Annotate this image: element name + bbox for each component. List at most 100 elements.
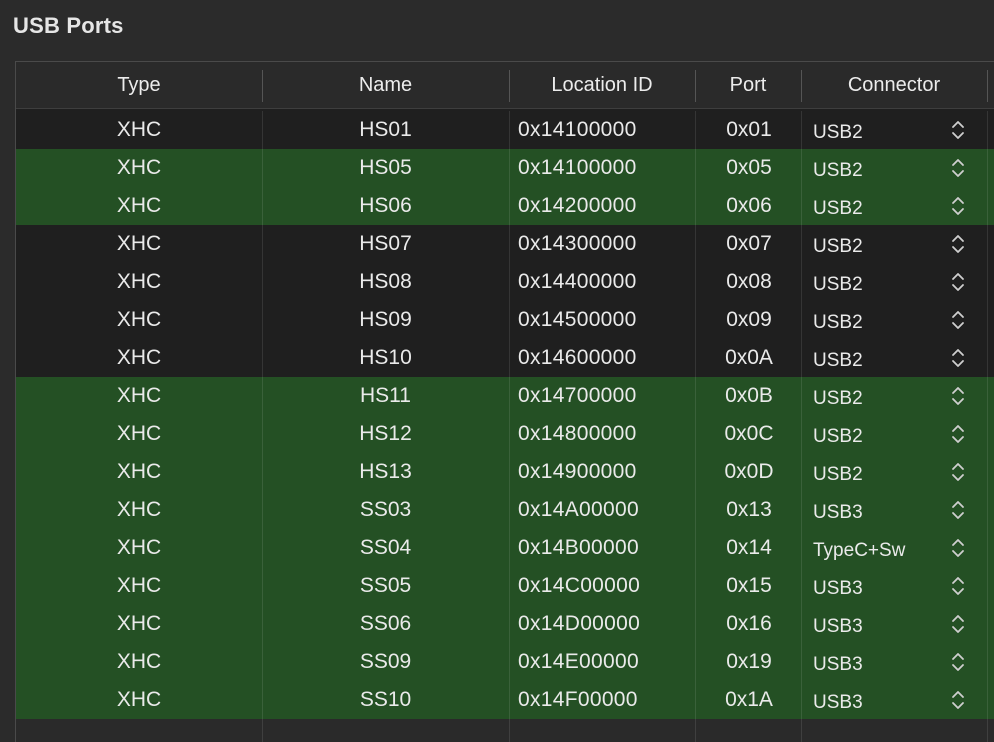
table-empty-area <box>16 719 994 742</box>
table-row[interactable]: XHC SS09 0x14E00000 0x19 USB3 <box>16 643 994 681</box>
cell-name: HS12 <box>359 422 412 445</box>
cell-port: 0x08 <box>726 270 772 293</box>
cell-name: SS06 <box>359 612 412 635</box>
cell-location-id: 0x14600000 <box>518 346 637 369</box>
up-down-chevron-icon[interactable] <box>950 689 966 711</box>
cell-type: XHC <box>116 688 162 711</box>
cell-name: SS10 <box>359 688 412 711</box>
cell-location-id: 0x14B00000 <box>518 536 639 559</box>
table-body: XHC HS01 0x14100000 0x01 USB2 XHC HS05 0x141000… <box>16 111 994 719</box>
table-row[interactable]: XHC SS03 0x14A00000 0x13 USB3 <box>16 491 994 529</box>
table-row[interactable]: XHC HS10 0x14600000 0x0A USB2 <box>16 339 994 377</box>
cell-port: 0x16 <box>726 612 772 635</box>
cell-type: XHC <box>116 270 162 293</box>
column-header-name[interactable]: Name <box>262 62 509 108</box>
table-row[interactable]: XHC HS07 0x14300000 0x07 USB2 <box>16 225 994 263</box>
column-header-port[interactable]: Port <box>695 62 801 108</box>
table-row[interactable]: XHC HS05 0x14100000 0x05 USB2 <box>16 149 994 187</box>
connector-select[interactable]: USB2 <box>813 266 953 304</box>
cell-port: 0x09 <box>726 308 772 331</box>
up-down-chevron-icon[interactable] <box>950 651 966 673</box>
table-row[interactable]: XHC HS13 0x14900000 0x0D USB2 <box>16 453 994 491</box>
connector-select[interactable]: USB2 <box>813 342 953 380</box>
connector-select[interactable]: USB3 <box>813 570 953 608</box>
cell-name: HS10 <box>359 346 412 369</box>
connector-select[interactable]: USB2 <box>813 114 953 152</box>
table-row[interactable]: XHC SS06 0x14D00000 0x16 USB3 <box>16 605 994 643</box>
column-gridline <box>695 111 696 742</box>
column-gridline <box>509 111 510 742</box>
table-row[interactable]: XHC HS12 0x14800000 0x0C USB2 <box>16 415 994 453</box>
cell-location-id: 0x14400000 <box>518 270 637 293</box>
cell-port: 0x13 <box>726 498 772 521</box>
connector-select[interactable]: USB2 <box>813 456 953 494</box>
column-gridline <box>801 111 802 742</box>
cell-port: 0x0B <box>725 384 773 407</box>
cell-port: 0x1A <box>725 688 773 711</box>
table-row[interactable]: XHC SS05 0x14C00000 0x15 USB3 <box>16 567 994 605</box>
cell-location-id: 0x14A00000 <box>518 498 639 521</box>
cell-location-id: 0x14100000 <box>518 156 637 179</box>
table-row[interactable]: XHC HS08 0x14400000 0x08 USB2 <box>16 263 994 301</box>
connector-select[interactable]: TypeC+Sw <box>813 532 953 570</box>
connector-select[interactable]: USB3 <box>813 646 953 684</box>
connector-select[interactable]: USB3 <box>813 608 953 646</box>
table-row[interactable]: XHC SS04 0x14B00000 0x14 TypeC+Sw <box>16 529 994 567</box>
cell-type: XHC <box>116 574 162 597</box>
table-row[interactable]: XHC HS11 0x14700000 0x0B USB2 <box>16 377 994 415</box>
cell-location-id: 0x14C00000 <box>518 574 641 597</box>
cell-location-id: 0x14F00000 <box>518 688 638 711</box>
connector-select[interactable]: USB2 <box>813 418 953 456</box>
up-down-chevron-icon[interactable] <box>950 613 966 635</box>
connector-select[interactable]: USB2 <box>813 380 953 418</box>
cell-port: 0x07 <box>726 232 772 255</box>
cell-port: 0x15 <box>726 574 772 597</box>
up-down-chevron-icon[interactable] <box>950 309 966 331</box>
cell-location-id: 0x14D00000 <box>518 612 641 635</box>
cell-type: XHC <box>116 156 162 179</box>
table-header: Type Name Location ID Port Connector <box>16 62 994 109</box>
connector-select[interactable]: USB3 <box>813 494 953 532</box>
cell-type: XHC <box>116 460 162 483</box>
up-down-chevron-icon[interactable] <box>950 157 966 179</box>
up-down-chevron-icon[interactable] <box>950 499 966 521</box>
table-row[interactable]: XHC SS10 0x14F00000 0x1A USB3 <box>16 681 994 719</box>
connector-select[interactable]: USB2 <box>813 304 953 342</box>
cell-location-id: 0x14E00000 <box>518 650 639 673</box>
cell-location-id: 0x14300000 <box>518 232 637 255</box>
up-down-chevron-icon[interactable] <box>950 575 966 597</box>
connector-select[interactable]: USB2 <box>813 228 953 266</box>
up-down-chevron-icon[interactable] <box>950 385 966 407</box>
cell-name: HS01 <box>359 118 412 141</box>
up-down-chevron-icon[interactable] <box>950 347 966 369</box>
column-gridline <box>987 111 988 742</box>
connector-select[interactable]: USB2 <box>813 152 953 190</box>
cell-port: 0x19 <box>726 650 772 673</box>
cell-port: 0x0A <box>725 346 773 369</box>
table-row[interactable]: XHC HS01 0x14100000 0x01 USB2 <box>16 111 994 149</box>
cell-name: HS13 <box>359 460 412 483</box>
table-row[interactable]: XHC HS06 0x14200000 0x06 USB2 <box>16 187 994 225</box>
cell-type: XHC <box>116 308 162 331</box>
up-down-chevron-icon[interactable] <box>950 271 966 293</box>
column-header-location-id[interactable]: Location ID <box>509 62 695 108</box>
table-row[interactable]: XHC HS09 0x14500000 0x09 USB2 <box>16 301 994 339</box>
connector-select[interactable]: USB2 <box>813 190 953 228</box>
connector-select[interactable]: USB3 <box>813 684 953 722</box>
up-down-chevron-icon[interactable] <box>950 461 966 483</box>
column-divider[interactable] <box>987 70 988 102</box>
up-down-chevron-icon[interactable] <box>950 195 966 217</box>
cell-location-id: 0x14100000 <box>518 118 637 141</box>
usb-ports-table[interactable]: Type Name Location ID Port Connector XHC… <box>15 61 994 742</box>
up-down-chevron-icon[interactable] <box>950 119 966 141</box>
cell-location-id: 0x14900000 <box>518 460 637 483</box>
column-header-connector[interactable]: Connector <box>801 62 987 108</box>
up-down-chevron-icon[interactable] <box>950 423 966 445</box>
cell-type: XHC <box>116 194 162 217</box>
cell-name: HS07 <box>359 232 412 255</box>
cell-name: HS06 <box>359 194 412 217</box>
up-down-chevron-icon[interactable] <box>950 233 966 255</box>
column-header-type[interactable]: Type <box>16 62 262 108</box>
up-down-chevron-icon[interactable] <box>950 537 966 559</box>
section-title: USB Ports <box>13 13 124 38</box>
